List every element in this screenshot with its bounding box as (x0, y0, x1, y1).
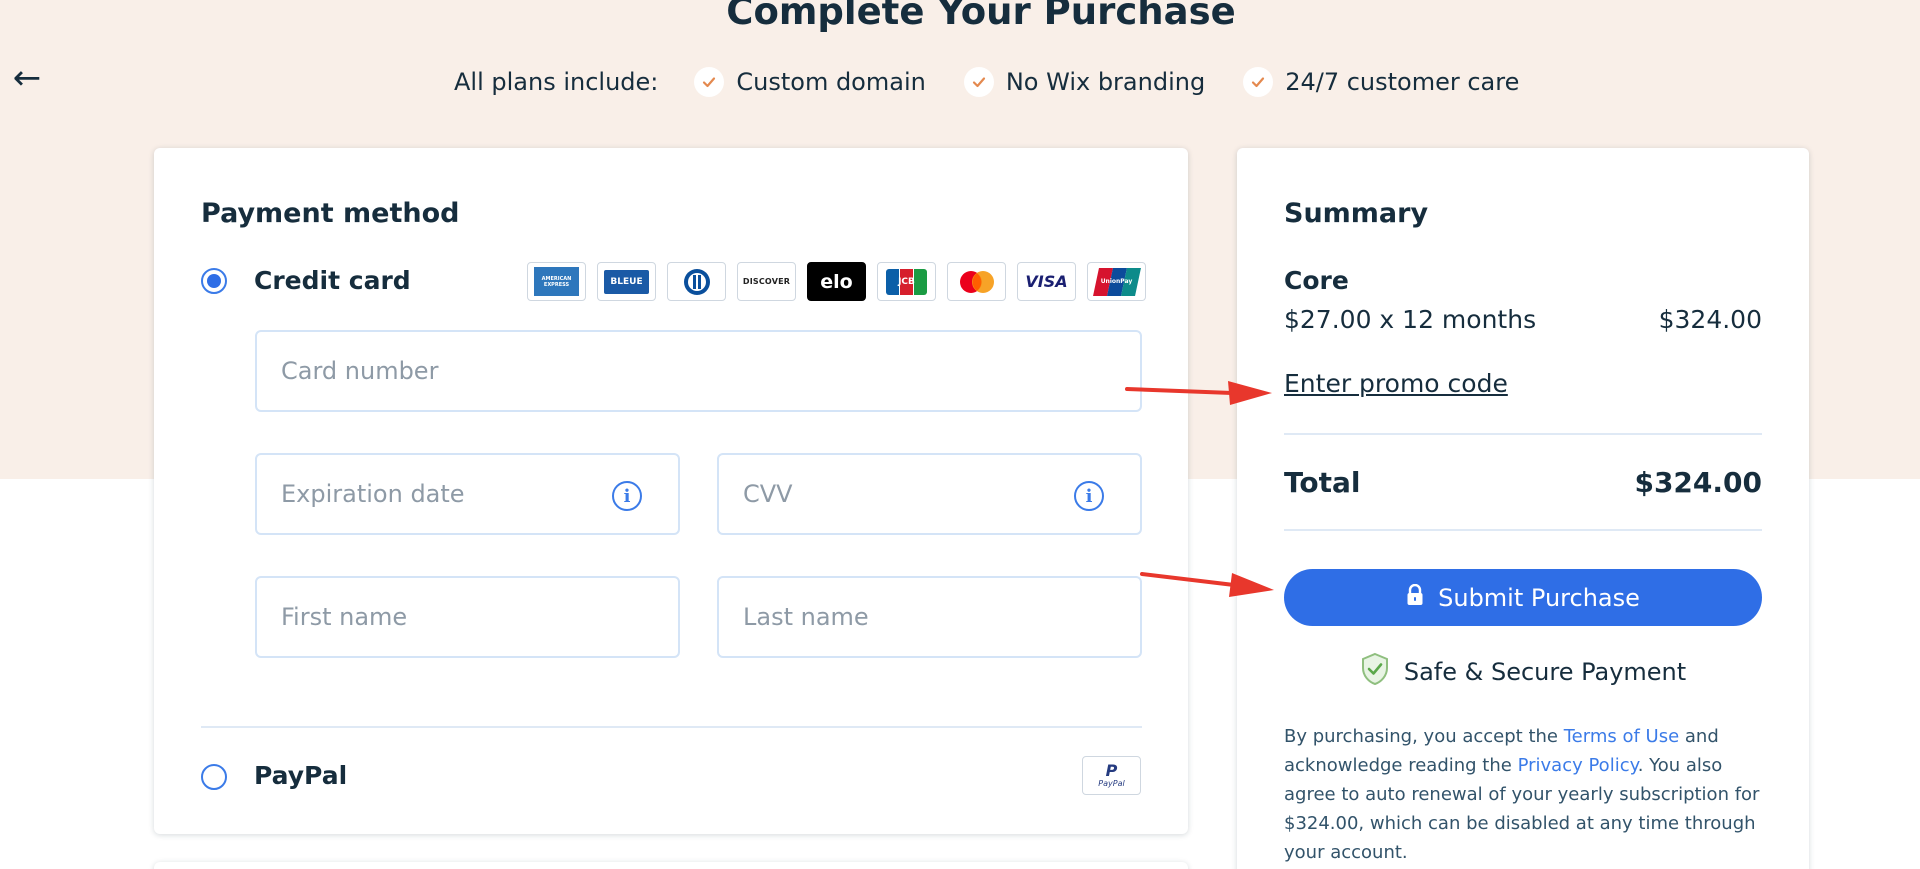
terms-of-use-link[interactable]: Terms of Use (1564, 726, 1679, 747)
mastercard-logo (947, 262, 1006, 301)
cvv-field[interactable]: CVV i (717, 453, 1142, 535)
plan-name: Core (1284, 266, 1349, 295)
payment-method-heading: Payment method (201, 198, 460, 229)
cvv-placeholder: CVV (743, 480, 793, 508)
legal-text-part: By purchasing, you accept the (1284, 726, 1564, 747)
elo-logo: elo (807, 262, 866, 301)
include-item: 24/7 customer care (1243, 67, 1519, 97)
include-item: No Wix branding (963, 67, 1206, 97)
summary-divider (1284, 529, 1762, 531)
submit-purchase-label: Submit Purchase (1438, 583, 1640, 612)
includes-label: All plans include: (454, 68, 659, 96)
promo-code-link[interactable]: Enter promo code (1284, 369, 1508, 398)
shield-check-icon (1360, 652, 1390, 692)
credit-card-label: Credit card (254, 266, 411, 295)
paypal-radio[interactable] (201, 764, 227, 790)
amex-logo-text: AMERICAN EXPRESS (534, 267, 579, 296)
plan-includes: All plans include: Custom domain No Wix … (454, 62, 1557, 102)
page-title: Complete Your Purchase (726, 0, 1236, 33)
summary-divider (1284, 433, 1762, 435)
last-name-field[interactable]: Last name (717, 576, 1142, 658)
summary-heading: Summary (1284, 198, 1429, 229)
carte-bleue-text: BLEUE (604, 269, 649, 294)
check-icon (694, 67, 725, 97)
info-icon[interactable]: i (612, 481, 642, 511)
discover-logo: DISCOVER (737, 262, 796, 301)
submit-purchase-button[interactable]: Submit Purchase (1284, 569, 1762, 626)
diners-logo (667, 262, 726, 301)
section-divider (201, 726, 1142, 728)
check-icon (963, 67, 994, 97)
unionpay-logo: UnionPay (1087, 262, 1146, 301)
payment-method-card: Payment method Credit card AMERICAN EXPR… (154, 148, 1188, 834)
first-name-field[interactable]: First name (255, 576, 680, 658)
lock-icon (1406, 583, 1424, 612)
include-text: Custom domain (736, 68, 926, 96)
jcb-text: JCB (898, 276, 915, 287)
visa-text: VISA (1025, 272, 1068, 291)
secure-payment-label: Safe & Secure Payment (1403, 658, 1687, 686)
unionpay-text: UnionPay (1100, 278, 1133, 285)
jcb-logo: JCB (877, 262, 936, 301)
include-text: 24/7 customer care (1285, 68, 1520, 96)
next-section-card (154, 862, 1188, 869)
plan-detail: $27.00 x 12 months (1284, 305, 1537, 334)
include-text: No Wix branding (1005, 68, 1206, 96)
plan-price: $324.00 (1658, 305, 1762, 334)
privacy-policy-link[interactable]: Privacy Policy (1518, 755, 1638, 776)
credit-card-radio[interactable] (201, 268, 227, 294)
card-number-field[interactable]: Card number (255, 330, 1142, 412)
summary-card: Summary Core $27.00 x 12 months $324.00 … (1237, 148, 1809, 869)
elo-text: elo (820, 270, 853, 293)
expiration-date-field[interactable]: Expiration date i (255, 453, 680, 535)
include-item: Custom domain (694, 67, 926, 97)
paypal-logo-text: PayPal (1098, 779, 1125, 788)
discover-text: DISCOVER (742, 277, 791, 286)
paypal-logo: P PayPal (1082, 756, 1141, 795)
carte-bleue-logo: BLEUE (597, 262, 656, 301)
paypal-label: PayPal (254, 761, 348, 790)
visa-logo: VISA (1017, 262, 1076, 301)
secure-payment: Safe & Secure Payment (1237, 652, 1809, 692)
total-value: $324.00 (1634, 466, 1762, 499)
card-logos: AMERICAN EXPRESS BLEUE DISCOVER elo JCB … (527, 262, 1146, 301)
amex-logo: AMERICAN EXPRESS (527, 262, 586, 301)
expiration-date-placeholder: Expiration date (281, 480, 465, 508)
back-arrow-icon[interactable]: ← (8, 58, 46, 98)
total-label: Total (1284, 466, 1361, 499)
legal-text: By purchasing, you accept the Terms of U… (1284, 722, 1774, 867)
check-icon (1243, 67, 1274, 97)
info-icon[interactable]: i (1074, 481, 1104, 511)
